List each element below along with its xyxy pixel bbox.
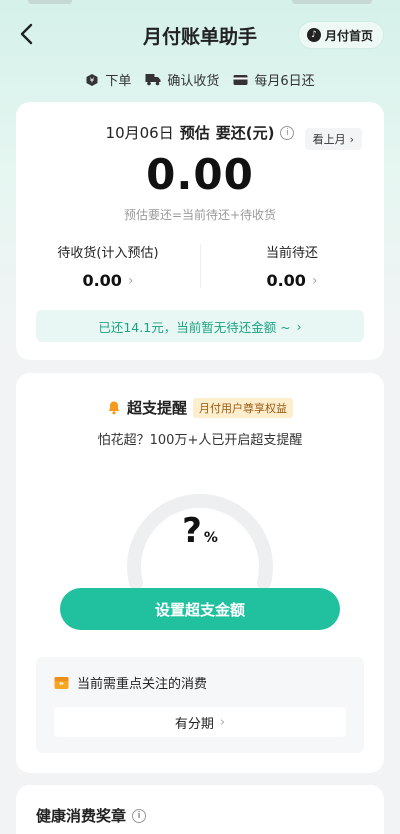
focus-spending-box: 当前需重点关注的消费 有分期 ›	[36, 657, 364, 753]
truck-icon	[145, 74, 161, 86]
payment-steps: ¥ 下单 确认收货 每月6日还	[0, 70, 400, 89]
installment-label: 有分期	[174, 716, 214, 732]
info-icon[interactable]: i	[280, 125, 295, 140]
reminder-title: 超支提醒	[126, 399, 187, 417]
chevron-right-icon: ›	[311, 272, 318, 289]
focus-title: 当前需重点关注的消费	[77, 677, 208, 692]
status-time	[28, 0, 72, 4]
set-overspend-button[interactable]: 设置超支金额	[60, 588, 340, 630]
reminder-header: 超支提醒 月付用户尊享权益	[16, 397, 384, 418]
pending-receipt[interactable]: 待收货(计入预估) 0.00 ›	[16, 238, 200, 290]
bill-card: 10月06日 预估 要还(元) i 看上月 › 0.00 预估要还=当前待还+待…	[16, 102, 384, 360]
gauge-value: ?	[182, 511, 202, 551]
reminder-subtitle: 怕花超？100万+人已开启超支提醒	[97, 433, 303, 448]
monthly-home-label: 月付首页	[324, 28, 373, 43]
bill-date: 10月06日	[105, 124, 174, 142]
reminder-badge: 月付用户尊享权益	[193, 397, 293, 418]
step-repay: 每月6日还	[233, 70, 315, 89]
step-receive: 确认收货	[145, 70, 219, 89]
repaid-notice[interactable]: 已还14.1元，当前暂无待还金额 ~ ›	[36, 310, 364, 342]
box-icon	[54, 676, 69, 689]
installment-button[interactable]: 有分期 ›	[54, 707, 346, 737]
step-order-label: 下单	[105, 74, 132, 89]
step-repay-label: 每月6日还	[254, 74, 315, 89]
last-month-label: 看上月	[312, 133, 346, 146]
bell-icon	[108, 401, 120, 415]
current-due-label: 当前待还	[265, 246, 318, 261]
chevron-right-icon: ›	[127, 272, 134, 289]
bill-amount: 0.00	[146, 150, 254, 199]
pending-receipt-value: 0.00	[82, 271, 122, 290]
bill-split: 待收货(计入预估) 0.00 › 当前待还 0.00 ›	[16, 238, 384, 298]
health-medal-header: 健康消费奖章 i	[36, 805, 147, 826]
card-icon	[233, 74, 248, 85]
chevron-right-icon: ›	[349, 132, 354, 146]
health-medal-card: 健康消费奖章 i	[16, 785, 384, 834]
monthly-home-button[interactable]: ♪ 月付首页	[297, 21, 384, 49]
svg-text:¥: ¥	[90, 76, 95, 84]
bill-due-label: 要还(元)	[215, 124, 275, 142]
pending-receipt-label: 待收货(计入预估)	[57, 246, 159, 261]
chevron-right-icon: ›	[219, 714, 226, 730]
gauge-readout: ?%	[16, 511, 384, 551]
last-month-button[interactable]: 看上月 ›	[304, 128, 362, 150]
bill-formula: 预估要还=当前待还+待收货	[123, 208, 277, 222]
step-order: ¥ 下单	[85, 70, 131, 89]
focus-header: 当前需重点关注的消费	[54, 673, 207, 692]
logo-icon: ♪	[306, 28, 321, 42]
current-due-value: 0.00	[266, 271, 306, 290]
health-medal-title: 健康消费奖章	[36, 807, 127, 825]
step-receive-label: 确认收货	[167, 74, 220, 89]
gauge-unit: %	[203, 530, 218, 546]
status-bar	[0, 0, 400, 8]
nav-bar: 月付账单助手 ♪ 月付首页	[0, 14, 400, 54]
info-icon[interactable]: i	[132, 808, 147, 823]
overspend-reminder-card: 超支提醒 月付用户尊享权益 怕花超？100万+人已开启超支提醒 ?% 设置超支金…	[16, 373, 384, 773]
repaid-notice-text: 已还14.1元，当前暂无待还金额 ~	[98, 319, 291, 335]
status-icons	[292, 0, 372, 4]
bill-estimate: 预估	[179, 124, 210, 142]
current-due[interactable]: 当前待还 0.00 ›	[200, 238, 384, 290]
order-icon: ¥	[86, 73, 98, 86]
chevron-right-icon: ›	[296, 318, 302, 334]
